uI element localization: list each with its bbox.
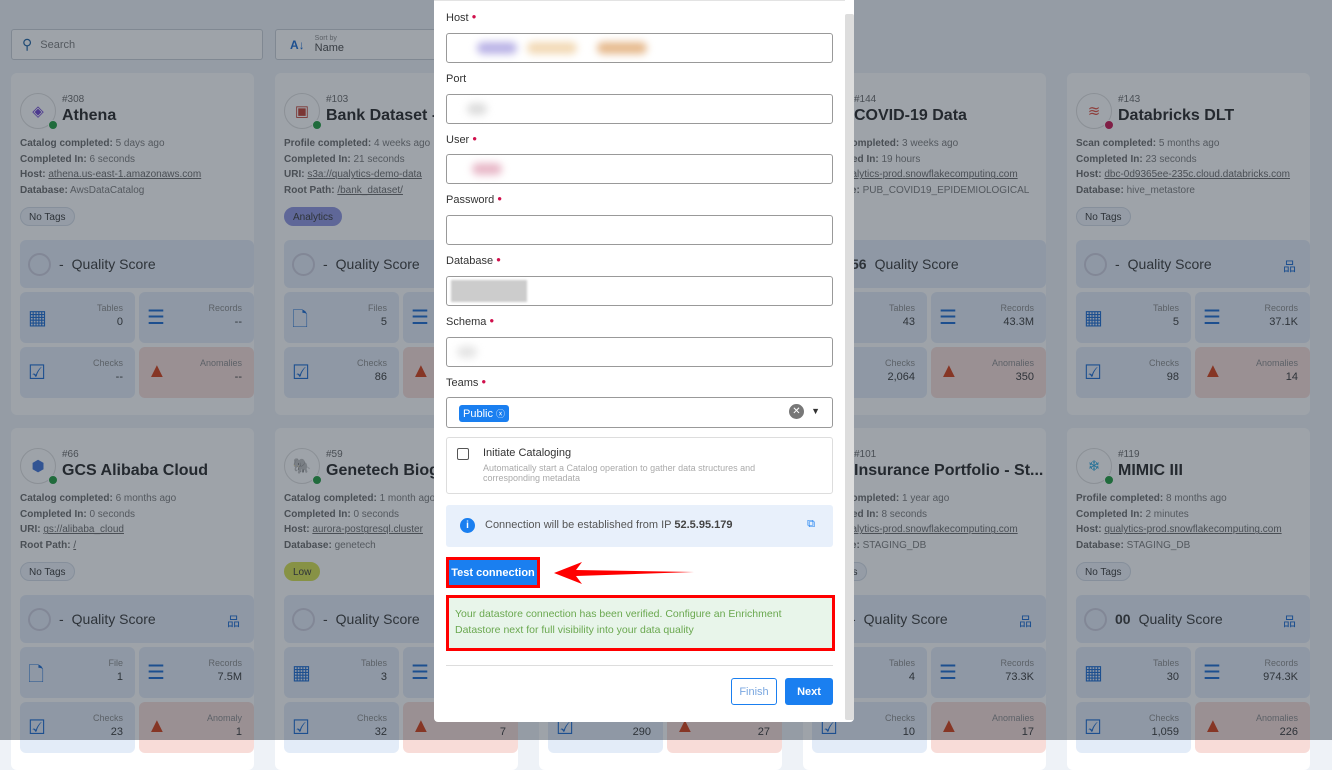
finish-button[interactable]: Finish xyxy=(731,678,777,705)
connection-success-message: Your datastore connection has been verif… xyxy=(446,595,835,651)
teams-label: Teams ● xyxy=(446,377,487,389)
remove-chip-icon[interactable]: ⓧ xyxy=(496,409,505,419)
ip-info-box: i Connection will be established from IP… xyxy=(446,505,833,547)
password-field[interactable] xyxy=(446,215,833,245)
port-field[interactable] xyxy=(446,94,833,124)
clear-icon[interactable]: ✕ xyxy=(789,404,804,419)
user-label: User ● xyxy=(446,134,478,146)
password-label: Password ● xyxy=(446,194,503,206)
team-chip-public[interactable]: Public ⓧ xyxy=(459,405,510,422)
cataloging-title: Initiate Cataloging xyxy=(483,447,572,459)
ip-address: 52.5.95.179 xyxy=(674,519,733,531)
host-label: Host ● xyxy=(446,12,477,24)
modal-scrollbar[interactable] xyxy=(845,14,854,720)
annotation-arrow xyxy=(554,562,694,589)
cataloging-description: Automatically start a Catalog operation … xyxy=(483,463,756,483)
copy-icon[interactable]: ⧉ xyxy=(807,518,815,531)
database-field[interactable] xyxy=(446,276,833,306)
next-button[interactable]: Next xyxy=(785,678,833,705)
user-field[interactable] xyxy=(446,154,833,184)
info-icon: i xyxy=(460,518,475,533)
schema-field[interactable] xyxy=(446,337,833,367)
cataloging-checkbox[interactable] xyxy=(457,448,469,460)
dropdown-arrow-icon[interactable]: ▼ xyxy=(811,406,820,416)
host-field[interactable] xyxy=(446,33,833,63)
initiate-cataloging-option: Initiate Cataloging Automatically start … xyxy=(446,437,833,494)
port-label: Port xyxy=(446,73,467,85)
test-connection-button[interactable]: Test connection xyxy=(446,557,540,588)
teams-select[interactable]: Public ⓧ ✕ ▼ xyxy=(446,397,833,428)
schema-label: Schema ● xyxy=(446,316,495,328)
database-label: Database ● xyxy=(446,255,501,267)
add-datastore-modal: Host ● Port User ● Password ● Database ● Sch… xyxy=(434,0,854,722)
